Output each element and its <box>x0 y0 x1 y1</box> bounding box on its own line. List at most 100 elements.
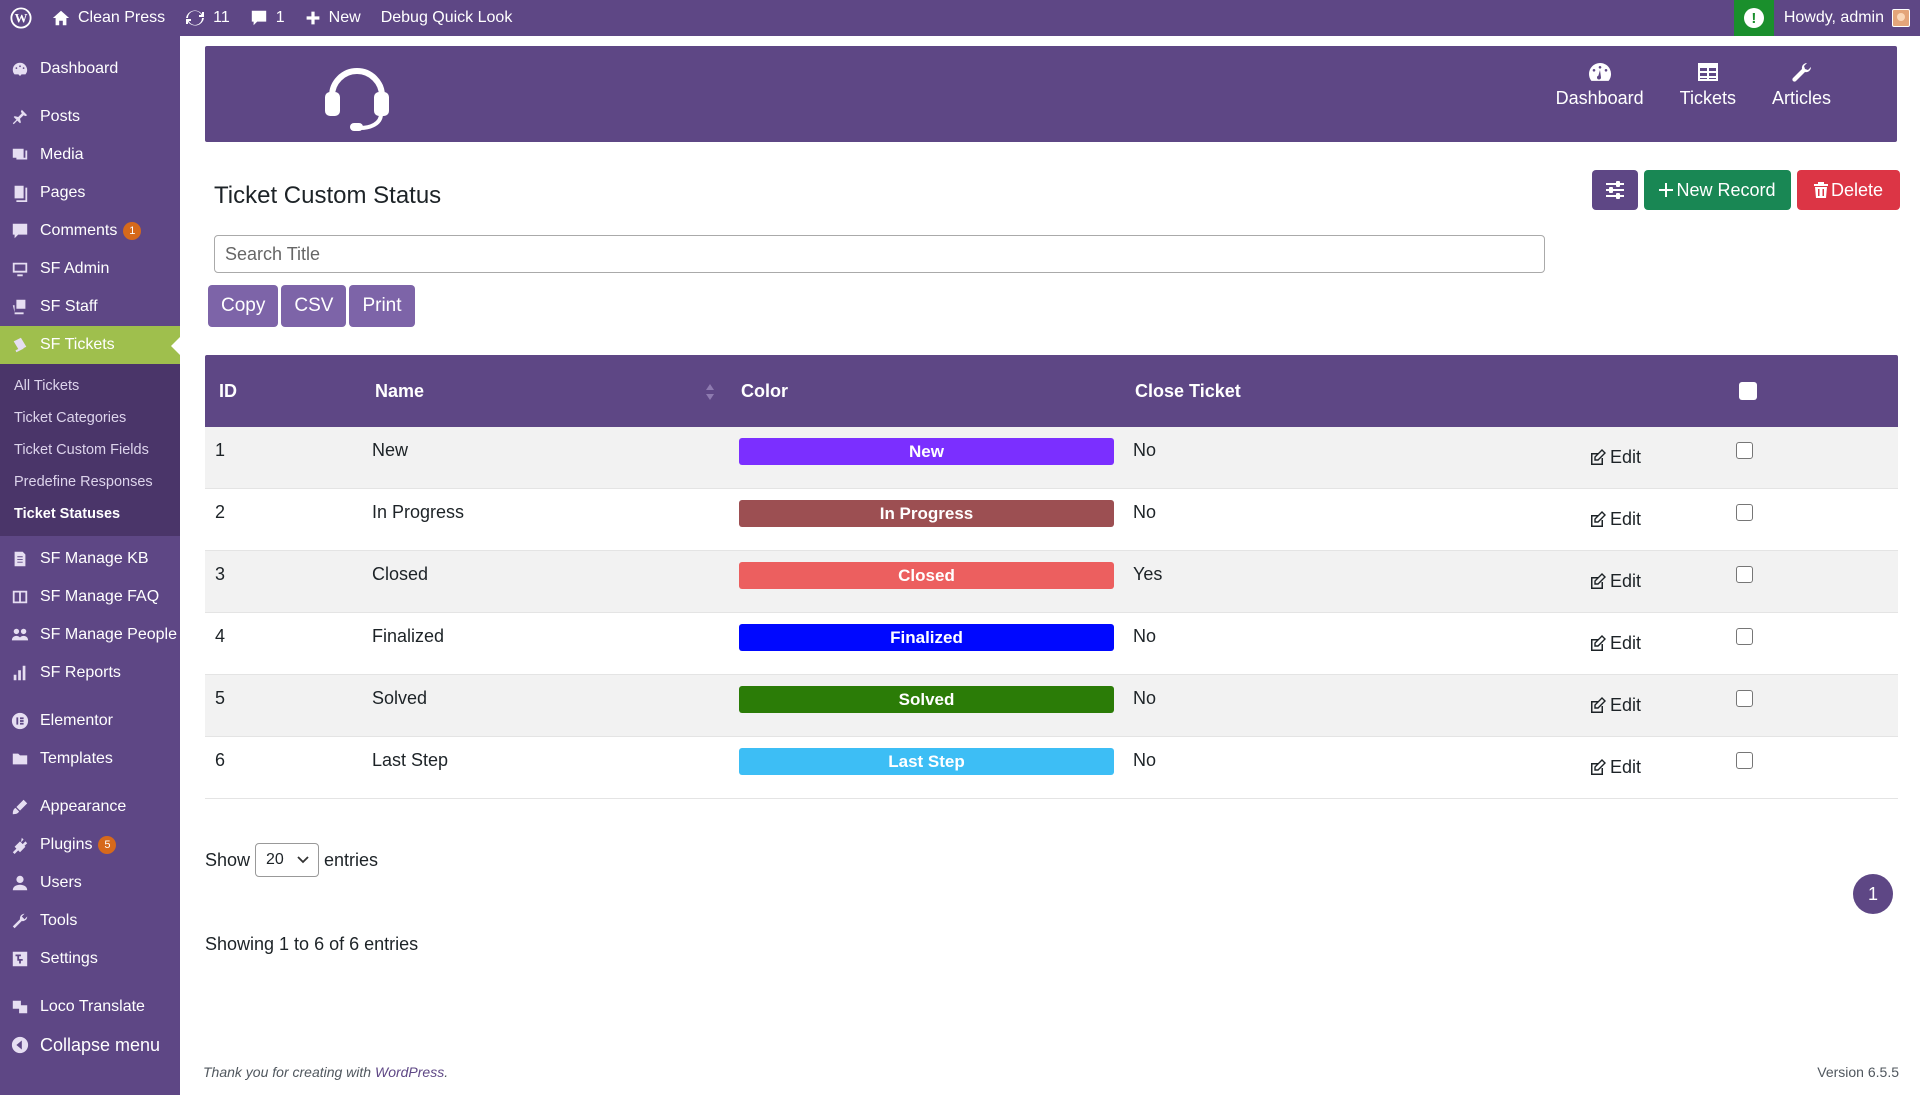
menu-posts[interactable]: Posts <box>0 98 180 136</box>
nav-tickets[interactable]: Tickets <box>1680 62 1736 109</box>
row-name: Finalized <box>372 626 445 646</box>
menu-label: SF Manage FAQ <box>40 588 160 605</box>
submenu-all-tickets[interactable]: All Tickets <box>0 370 180 402</box>
row-close-ticket: No <box>1133 626 1157 646</box>
row-checkbox[interactable] <box>1736 690 1753 707</box>
support-nav: Dashboard Tickets Articles <box>1556 62 1831 109</box>
row-name: New <box>372 440 409 460</box>
menu-dashboard[interactable]: Dashboard <box>0 50 180 88</box>
row-checkbox[interactable] <box>1736 504 1753 521</box>
nav-articles[interactable]: Articles <box>1772 62 1831 109</box>
menu-users[interactable]: Users <box>0 864 180 902</box>
submenu-ticket-statuses[interactable]: Ticket Statuses <box>0 498 180 530</box>
menu-sf-admin[interactable]: SF Admin <box>0 250 180 288</box>
row-checkbox[interactable] <box>1736 442 1753 459</box>
edit-button[interactable]: Edit <box>1589 633 1641 654</box>
csv-button[interactable]: CSV <box>281 285 347 327</box>
delete-button[interactable]: Delete <box>1797 170 1900 210</box>
menu-label: SF Staff <box>40 298 98 315</box>
menu-appearance[interactable]: Appearance <box>0 788 180 826</box>
menu-elementor[interactable]: Elementor <box>0 702 180 740</box>
menu-tools[interactable]: Tools <box>0 902 180 940</box>
submenu-ticket-custom-fields[interactable]: Ticket Custom Fields <box>0 434 180 466</box>
search-title-input[interactable] <box>214 235 1545 273</box>
sort-icon[interactable] <box>705 383 715 401</box>
row-id: 4 <box>215 626 226 646</box>
updates-link[interactable]: 11 <box>175 0 240 36</box>
edit-icon <box>1591 696 1606 713</box>
new-content-link[interactable]: New <box>295 0 371 36</box>
gauge-icon <box>10 59 30 79</box>
alert-icon: ! <box>1743 8 1764 28</box>
menu-label: Tools <box>40 912 78 929</box>
user-icon <box>10 873 30 893</box>
action-buttons: New Record Delete <box>1592 170 1900 210</box>
status-color-badge: Finalized <box>739 624 1114 651</box>
submenu-ticket-categories[interactable]: Ticket Categories <box>0 402 180 434</box>
nav-dashboard[interactable]: Dashboard <box>1556 62 1644 109</box>
menu-comments[interactable]: Comments 1 <box>0 212 180 250</box>
avatar <box>1892 9 1910 27</box>
wordpress-logo-icon[interactable]: W <box>0 0 42 36</box>
copy-button[interactable]: Copy <box>208 285 279 327</box>
submenu-predefine-responses[interactable]: Predefine Responses <box>0 466 180 498</box>
debug-quick-look-link[interactable]: Debug Quick Look <box>371 0 523 36</box>
plus-icon <box>306 11 320 25</box>
menu-sf-tickets[interactable]: SF Tickets <box>0 326 180 364</box>
print-button[interactable]: Print <box>349 285 415 327</box>
menu-label: Users <box>40 874 82 891</box>
row-checkbox[interactable] <box>1736 566 1753 583</box>
header-name[interactable]: Name <box>375 355 424 427</box>
menu-label: Plugins <box>40 836 93 853</box>
account-menu[interactable]: Howdy, admin <box>1774 0 1920 36</box>
edit-button[interactable]: Edit <box>1589 447 1641 468</box>
header-close-ticket[interactable]: Close Ticket <box>1135 355 1241 427</box>
wrench-icon <box>1792 62 1812 82</box>
menu-templates[interactable]: Templates <box>0 740 180 778</box>
row-id: 1 <box>215 440 226 460</box>
edit-button[interactable]: Edit <box>1589 695 1641 716</box>
edit-button[interactable]: Edit <box>1589 509 1641 530</box>
plug-icon <box>10 835 30 855</box>
menu-loco-translate[interactable]: Loco Translate <box>0 988 180 1026</box>
wordpress-link[interactable]: WordPress <box>375 1064 444 1080</box>
menu-sf-manage-faq[interactable]: SF Manage FAQ <box>0 578 180 616</box>
main-content: Dashboard Tickets Articles Ticket Custom… <box>180 36 1920 1095</box>
edit-button[interactable]: Edit <box>1589 571 1641 592</box>
pagination-page-button[interactable]: 1 <box>1853 874 1893 914</box>
menu-sf-manage-kb[interactable]: SF Manage KB <box>0 540 180 578</box>
row-name: Closed <box>372 564 429 584</box>
edit-button[interactable]: Edit <box>1589 757 1641 778</box>
collapse-menu-button[interactable]: Collapse menu <box>0 1026 180 1064</box>
tickets-submenu: All Tickets Ticket Categories Ticket Cus… <box>0 364 180 536</box>
table-row: 3 Closed Closed Yes Edit <box>205 551 1898 613</box>
menu-sf-staff[interactable]: SF Staff <box>0 288 180 326</box>
menu-sf-reports[interactable]: SF Reports <box>0 654 180 692</box>
chevron-down-icon <box>297 856 309 864</box>
translate-icon <box>10 997 30 1017</box>
header-color[interactable]: Color <box>741 355 788 427</box>
row-checkbox[interactable] <box>1736 628 1753 645</box>
row-id: 2 <box>215 502 226 522</box>
header-id[interactable]: ID <box>219 355 237 427</box>
entries-per-page-select[interactable]: 20 <box>255 843 320 877</box>
row-checkbox[interactable] <box>1736 752 1753 769</box>
sliders-icon <box>1606 181 1624 199</box>
menu-settings[interactable]: Settings <box>0 940 180 978</box>
new-record-button[interactable]: New Record <box>1644 170 1791 210</box>
comments-badge: 1 <box>123 222 142 240</box>
menu-pages[interactable]: Pages <box>0 174 180 212</box>
site-name-link[interactable]: Clean Press <box>42 0 175 36</box>
footer-prefix: Thank you for creating with <box>203 1064 375 1080</box>
site-health-button[interactable]: ! <box>1733 0 1774 36</box>
filter-settings-button[interactable] <box>1592 170 1638 210</box>
debug-label: Debug Quick Look <box>380 9 513 26</box>
menu-plugins[interactable]: Plugins 5 <box>0 826 180 864</box>
comments-link[interactable]: 1 <box>240 0 295 36</box>
select-all-checkbox[interactable] <box>1739 382 1757 400</box>
menu-label: SF Tickets <box>40 336 115 353</box>
menu-sf-manage-people[interactable]: SF Manage People <box>0 616 180 654</box>
elementor-icon <box>10 711 30 731</box>
menu-media[interactable]: Media <box>0 136 180 174</box>
entries-value: 20 <box>266 851 284 868</box>
